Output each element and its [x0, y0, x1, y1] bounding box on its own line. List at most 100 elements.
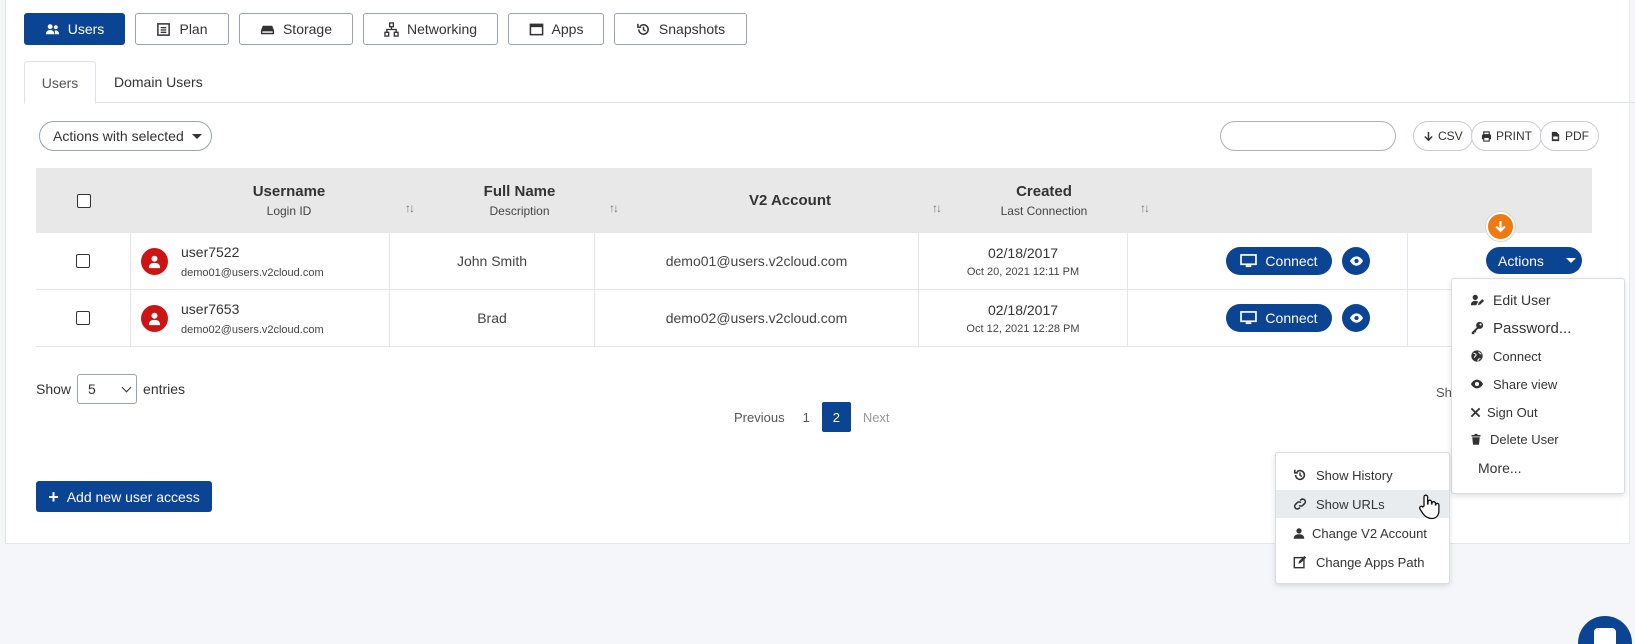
- add-user-label: Add new user access: [66, 488, 200, 505]
- pagination: Previous 1 2 Next: [725, 402, 899, 432]
- csv-label: CSV: [1438, 129, 1463, 143]
- row-select-cell: [36, 233, 131, 289]
- users-table: Username Login ID ↑↓ Full Name Descripti…: [36, 168, 1592, 347]
- view-button[interactable]: [1342, 247, 1370, 275]
- menu-delete-user-label: Delete User: [1490, 431, 1559, 447]
- header-v2-account[interactable]: V2 Account: [629, 168, 951, 233]
- actions-label: Actions: [1498, 252, 1544, 269]
- connect-button[interactable]: Connect: [1226, 247, 1332, 275]
- connect-label: Connect: [1265, 310, 1318, 326]
- menu-delete-user[interactable]: Delete User: [1452, 425, 1624, 453]
- nav-networking-button[interactable]: Networking: [363, 13, 498, 45]
- header-created-label: Created: [1016, 183, 1072, 200]
- users-icon: [45, 23, 59, 34]
- entries-value: 5: [88, 381, 96, 397]
- nav-apps-button[interactable]: Apps: [508, 13, 604, 45]
- menu-change-v2-account-label: Change V2 Account: [1312, 525, 1427, 541]
- window-icon: [529, 23, 543, 35]
- print-button[interactable]: PRINT: [1471, 121, 1542, 151]
- network-icon: [384, 21, 399, 37]
- printer-icon: [1481, 130, 1492, 142]
- header-select-all-cell: [36, 168, 131, 233]
- connect-cell: Connect: [1128, 233, 1408, 289]
- menu-share-view-label: Share view: [1493, 376, 1558, 392]
- view-button[interactable]: [1342, 304, 1370, 332]
- chat-widget-button[interactable]: [1578, 616, 1632, 644]
- actions-with-selected-dropdown[interactable]: Actions with selected: [39, 121, 212, 151]
- link-icon: [1293, 498, 1307, 510]
- menu-change-apps-path-label: Change Apps Path: [1316, 554, 1425, 570]
- menu-more[interactable]: More...: [1452, 454, 1624, 482]
- header-last-connection-label: Last Connection: [1000, 204, 1088, 218]
- eye-icon: [1349, 256, 1363, 266]
- showing-info: Sh: [1436, 385, 1452, 400]
- hdd-icon: [260, 25, 275, 34]
- eye-icon: [1349, 313, 1363, 323]
- globe-icon: [1471, 350, 1483, 362]
- tab-domain-users[interactable]: Domain Users: [98, 61, 219, 103]
- table-row: user7522 demo01@users.v2cloud.com John S…: [36, 233, 1592, 290]
- desktop-icon: [1240, 254, 1258, 268]
- nav-snapshots-button[interactable]: Snapshots: [614, 13, 747, 45]
- entries-select[interactable]: 5: [77, 374, 138, 404]
- login-id: demo02@users.v2cloud.com: [181, 324, 324, 336]
- search-input[interactable]: [1220, 121, 1396, 151]
- header-v2-account-label: V2 Account: [749, 192, 831, 209]
- username-cell: user7653 demo02@users.v2cloud.com: [131, 290, 390, 346]
- pdf-button[interactable]: PDF: [1540, 121, 1599, 151]
- menu-change-v2-account[interactable]: Change V2 Account: [1276, 519, 1449, 547]
- nav-snapshots-label: Snapshots: [658, 21, 726, 37]
- scroll-down-button[interactable]: [1486, 212, 1515, 241]
- username: user7522: [181, 244, 240, 260]
- table-header: Username Login ID ↑↓ Full Name Descripti…: [36, 168, 1592, 233]
- actions-button[interactable]: Actions: [1486, 247, 1582, 274]
- nav-users-button[interactable]: Users: [24, 13, 125, 45]
- nav-plan-button[interactable]: Plan: [135, 13, 229, 45]
- desktop-icon: [1240, 311, 1258, 325]
- connect-button[interactable]: Connect: [1226, 304, 1332, 332]
- arrow-down-icon: [1495, 221, 1506, 233]
- add-user-button[interactable]: + Add new user access: [36, 481, 212, 512]
- menu-connect[interactable]: Connect: [1452, 342, 1624, 370]
- pager-next[interactable]: Next: [854, 402, 899, 432]
- user-tabs: Users Domain Users: [24, 61, 1635, 104]
- show-label: Show: [36, 381, 72, 397]
- full-name-cell: Brad: [390, 290, 595, 346]
- created-date: 02/18/2017: [987, 301, 1059, 318]
- pager-page-2[interactable]: 2: [821, 402, 851, 432]
- menu-edit-user[interactable]: Edit User: [1452, 286, 1624, 314]
- sort-icon[interactable]: ↑↓: [1140, 201, 1150, 215]
- nav-users-label: Users: [67, 21, 105, 37]
- menu-change-apps-path[interactable]: Change Apps Path: [1276, 548, 1449, 576]
- menu-show-history-label: Show History: [1316, 467, 1393, 483]
- login-id: demo01@users.v2cloud.com: [181, 267, 324, 279]
- caret-down-icon: [191, 133, 202, 139]
- chevron-down-icon: [121, 382, 132, 392]
- header-username-label: Username: [252, 183, 326, 200]
- sort-icon[interactable]: ↑↓: [609, 201, 619, 215]
- menu-password[interactable]: Password...: [1452, 314, 1624, 342]
- menu-password-label: Password...: [1493, 319, 1572, 337]
- history-icon: [1293, 469, 1306, 481]
- menu-sign-out[interactable]: Sign Out: [1452, 398, 1624, 426]
- eye-icon: [1470, 379, 1484, 389]
- entries-label: entries: [143, 381, 186, 397]
- chat-icon: [1594, 628, 1616, 644]
- menu-share-view[interactable]: Share view: [1452, 370, 1624, 398]
- header-created[interactable]: Created Last Connection: [939, 168, 1149, 233]
- csv-button[interactable]: CSV: [1413, 121, 1473, 151]
- tab-users[interactable]: Users: [24, 61, 96, 104]
- menu-show-history[interactable]: Show History: [1276, 461, 1449, 489]
- created-date: 02/18/2017: [987, 244, 1059, 261]
- select-all-checkbox[interactable]: [76, 193, 91, 208]
- x-icon: [1470, 407, 1481, 417]
- pager-page-1[interactable]: 1: [794, 402, 819, 432]
- arrow-down-icon: [1424, 131, 1433, 141]
- row-checkbox[interactable]: [76, 254, 90, 268]
- nav-storage-button[interactable]: Storage: [239, 13, 353, 45]
- row-checkbox[interactable]: [76, 311, 90, 325]
- pager-previous[interactable]: Previous: [725, 402, 794, 432]
- menu-show-urls-label: Show URLs: [1316, 496, 1385, 512]
- actions-with-selected-label: Actions with selected: [53, 128, 184, 144]
- key-icon: [1471, 321, 1484, 335]
